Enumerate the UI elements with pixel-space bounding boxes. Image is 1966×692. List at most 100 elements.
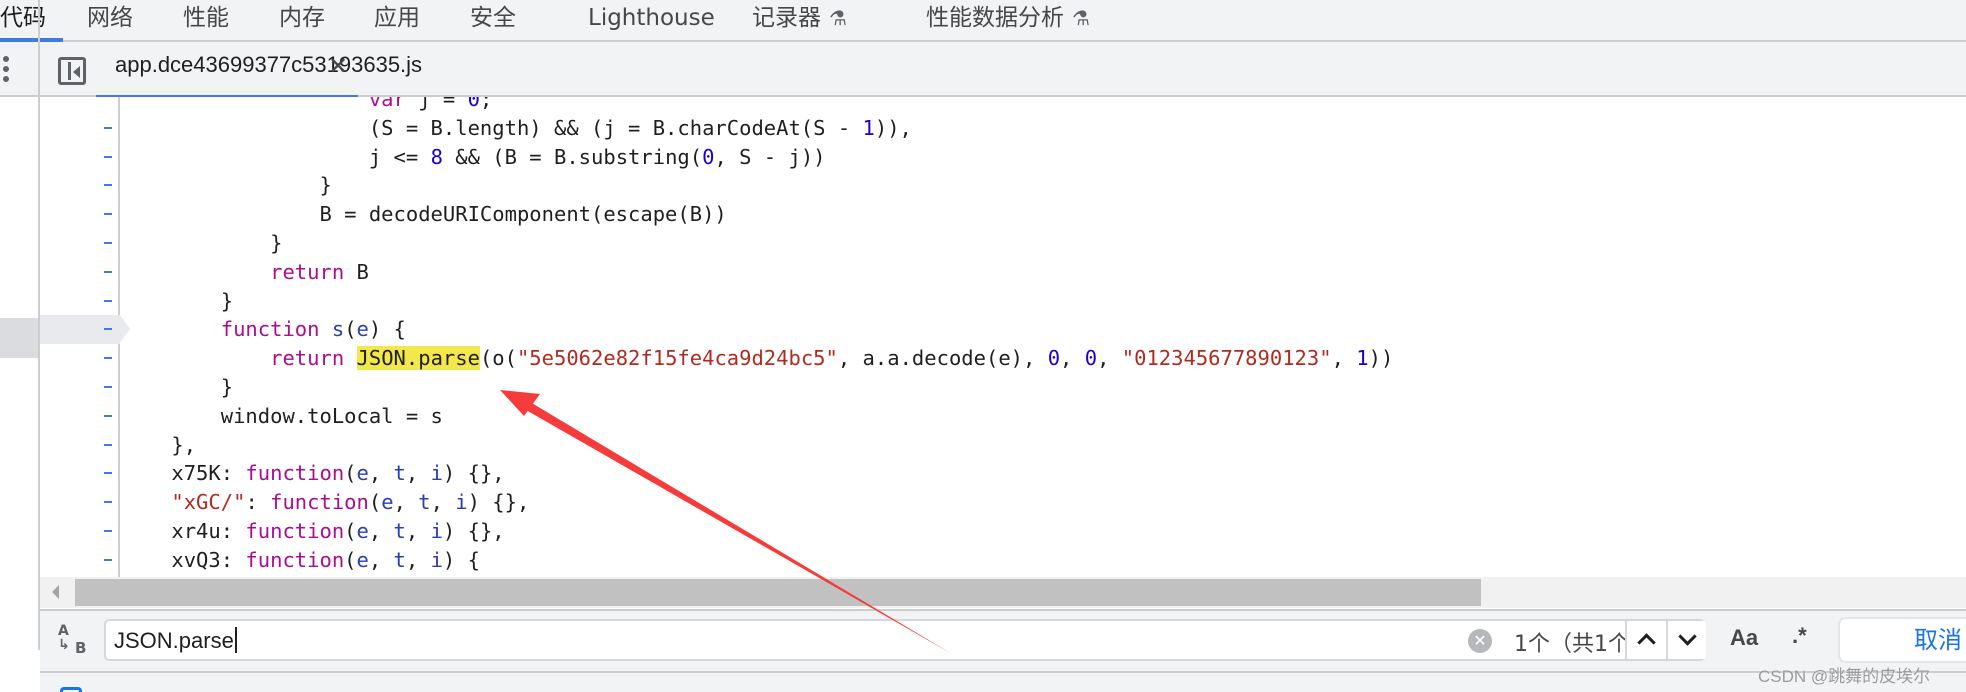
gutter-row[interactable] — [40, 315, 130, 345]
code-line[interactable]: return B — [122, 258, 369, 287]
gutter-row[interactable] — [40, 287, 120, 316]
panel-divider[interactable] — [38, 0, 40, 650]
code-token: (o( — [479, 346, 517, 371]
gutter-row[interactable] — [40, 258, 120, 287]
gutter-row[interactable] — [40, 200, 120, 229]
gutter-row[interactable] — [40, 373, 120, 402]
code-token: , — [405, 547, 431, 572]
code-token: i — [455, 490, 468, 515]
gutter-row[interactable] — [40, 171, 120, 200]
code-token: 1 — [1356, 346, 1369, 371]
next-match-button[interactable] — [1666, 621, 1706, 659]
code-token: , — [405, 519, 431, 543]
code-line[interactable]: B = decodeURIComponent(escape(B)) — [122, 200, 726, 229]
code-token: , — [1060, 346, 1085, 371]
gutter-row[interactable] — [40, 459, 120, 488]
code-token: )), — [874, 115, 912, 140]
code-token: function — [245, 461, 345, 486]
clear-search-icon[interactable]: ✕ — [1468, 629, 1492, 653]
line-gutter[interactable] — [40, 97, 130, 577]
diff-marker — [104, 530, 112, 532]
pretty-print-icon[interactable] — [60, 687, 82, 692]
code-line[interactable]: return JSON.parse(o("5e5062e82f15fe4ca9d… — [122, 344, 1393, 373]
scrollbar-thumb[interactable] — [75, 579, 1481, 606]
gutter-row[interactable] — [40, 546, 120, 575]
diff-marker — [104, 299, 112, 302]
code-token: , S - j)) — [714, 144, 826, 169]
gutter-row[interactable] — [40, 143, 120, 172]
more-options-icon[interactable] — [3, 56, 11, 84]
panel-tab-8[interactable]: 性能数据分析 ⚗ — [926, 0, 1090, 40]
previous-match-button[interactable] — [1625, 621, 1665, 659]
gutter-row[interactable] — [40, 97, 120, 114]
panel-tab-3[interactable]: 内存 — [279, 0, 325, 40]
panel-tab-5[interactable]: 安全 — [470, 0, 516, 40]
code-line[interactable]: } — [122, 229, 282, 258]
code-token: , — [368, 461, 394, 486]
code-line[interactable]: x75K: function(e, t, i) {}, — [122, 459, 504, 488]
code-line[interactable]: "xGC/": function(e, t, i) {}, — [122, 488, 529, 517]
code-token: e — [356, 317, 369, 342]
code-line[interactable]: (S = B.length) && (j = B.charCodeAt(S - … — [122, 114, 912, 143]
code-line[interactable]: j <= 8 && (B = B.substring(0, S - j)) — [122, 143, 826, 172]
replace-toggle-icon[interactable]: A ↳ B — [56, 623, 88, 659]
code-token: , — [1097, 346, 1122, 371]
panel-tab-label: 内存 — [279, 5, 325, 31]
gutter-row[interactable] — [40, 402, 120, 431]
code-line[interactable]: var j = 0; — [122, 97, 492, 114]
code-token: x75K: — [122, 461, 246, 486]
code-token: var — [368, 97, 406, 111]
code-line[interactable]: function s(e) { — [122, 315, 406, 344]
panel-tab-4[interactable]: 应用 — [374, 0, 420, 40]
code-token: }, — [122, 432, 197, 457]
gutter-row[interactable] — [40, 488, 120, 517]
search-input[interactable]: JSON.parse — [114, 627, 237, 654]
search-field[interactable]: JSON.parse ✕ 1个（共1个） — [104, 619, 1706, 661]
close-icon[interactable]: ✕ — [328, 52, 348, 80]
code-token: ) {}, — [442, 519, 505, 543]
code-line[interactable]: }, — [122, 431, 196, 460]
code-line[interactable]: } — [122, 373, 233, 402]
code-token: , — [1331, 346, 1357, 371]
watermark: CSDN @跳舞的皮埃尔 — [1758, 667, 1931, 686]
chevron-up-icon — [1637, 633, 1656, 652]
panel-tab-7[interactable]: 记录器 ⚗ — [752, 0, 847, 40]
diff-marker — [104, 414, 112, 417]
code-line[interactable]: xvQ3: function(e, t, i) { — [122, 546, 480, 575]
code-token: )) — [1368, 346, 1394, 371]
file-tab[interactable]: app.dce43699377c53193635.js ✕ — [96, 42, 422, 99]
toggle-navigator-icon[interactable] — [58, 57, 86, 85]
code-line[interactable]: window.toLocal = s — [122, 402, 443, 431]
horizontal-scrollbar[interactable] — [40, 577, 1966, 608]
code-token: ( — [368, 490, 382, 515]
regex-button[interactable]: .* — [1792, 623, 1807, 649]
panel-tab-2[interactable]: 性能 — [183, 0, 229, 40]
gutter-row[interactable] — [40, 114, 120, 143]
code-editor[interactable]: var j = 0; (S = B.length) && (j = B.char… — [40, 97, 1966, 577]
code-token: "012345677890123" — [1121, 346, 1332, 371]
search-query-text: JSON.parse — [114, 628, 234, 653]
code-token: ) {}, — [467, 490, 530, 515]
gutter-row[interactable] — [40, 344, 120, 373]
cancel-button[interactable]: 取消 — [1838, 617, 1966, 663]
scroll-left-icon[interactable] — [52, 585, 59, 599]
code-line[interactable]: } — [122, 287, 233, 316]
code-token: ) { — [368, 317, 406, 342]
panel-tab-6[interactable]: Lighthouse — [588, 0, 715, 40]
code-line[interactable]: xr4u: function(e, t, i) {}, — [122, 517, 505, 546]
flask-icon: ⚗ — [829, 6, 847, 30]
code-token: ) { — [442, 547, 480, 572]
code-content[interactable]: var j = 0; (S = B.length) && (j = B.char… — [122, 97, 1966, 577]
code-token: 0 — [467, 97, 480, 111]
gutter-row[interactable] — [40, 517, 120, 546]
code-line[interactable]: } — [122, 171, 331, 200]
gutter-row[interactable] — [40, 229, 120, 258]
code-token: j = — [405, 97, 468, 111]
gutter-row[interactable] — [40, 431, 120, 460]
navigator-selected-item[interactable] — [0, 318, 38, 358]
match-case-button[interactable]: Aa — [1730, 625, 1758, 651]
panel-tab-1[interactable]: 网络 — [87, 0, 133, 40]
